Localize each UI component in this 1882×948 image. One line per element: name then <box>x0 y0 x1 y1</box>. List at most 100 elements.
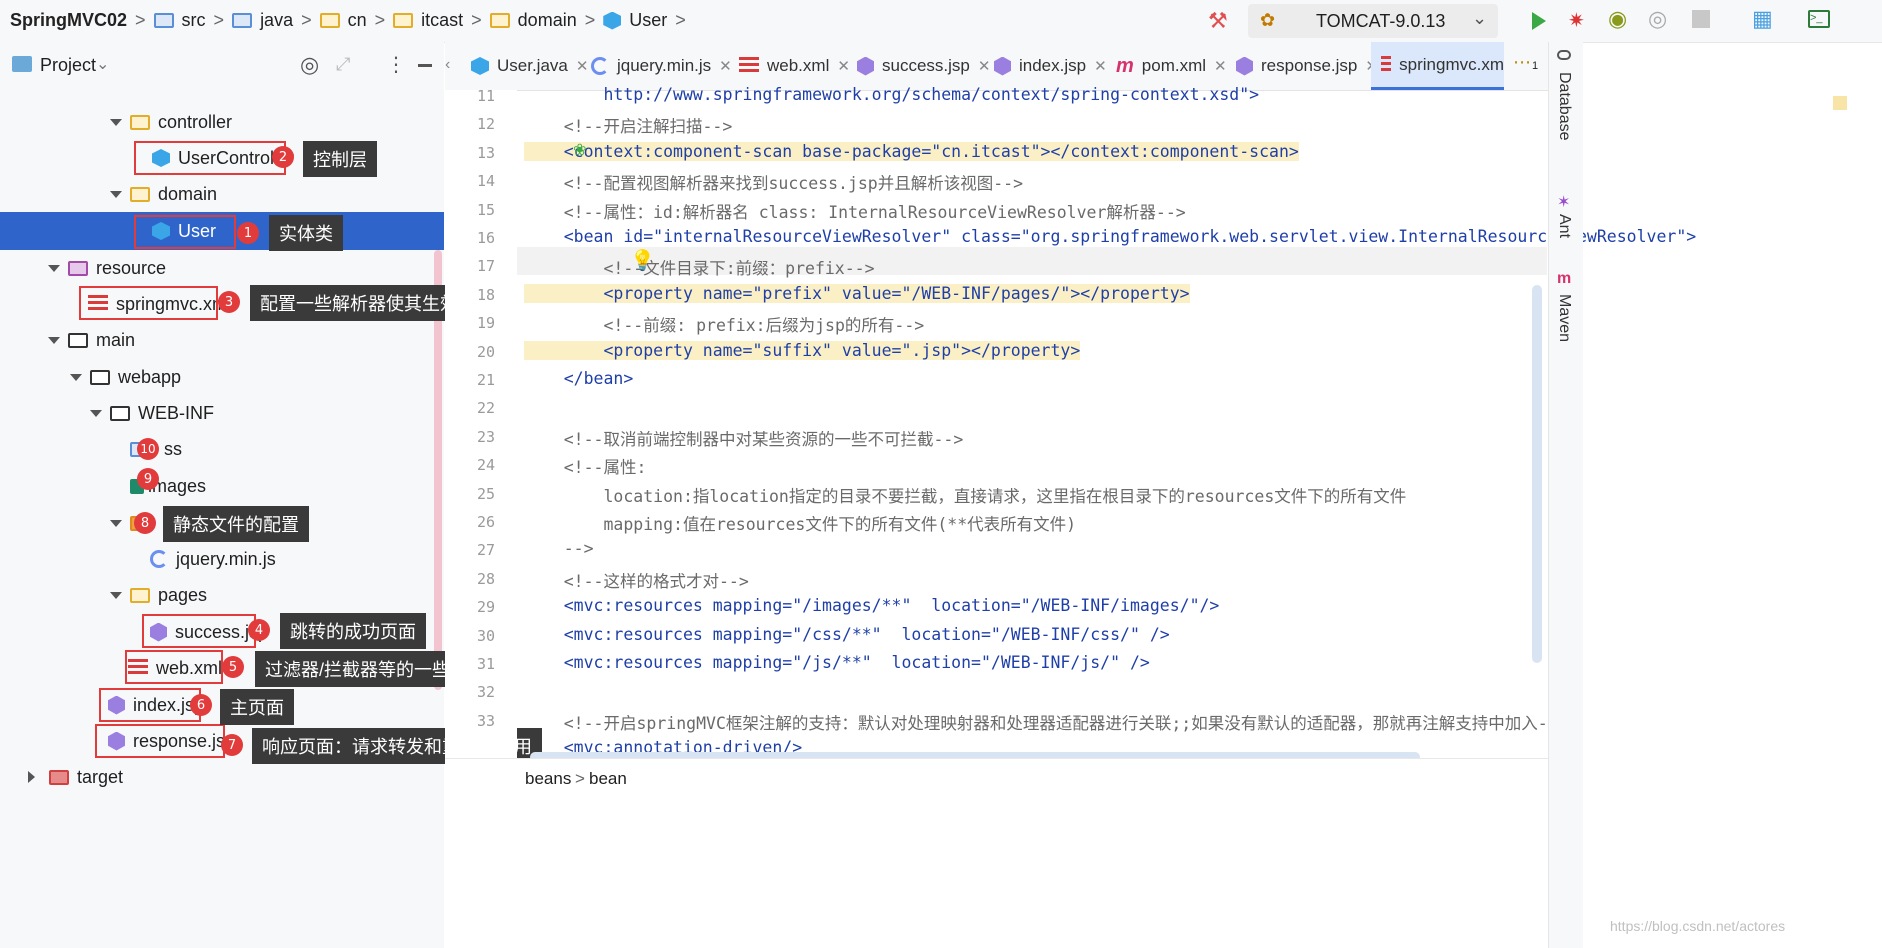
annotation-tip-8: 静态文件的配置 <box>163 506 309 542</box>
breadcrumb-java[interactable]: java <box>260 10 293 31</box>
tab-springmvc-xml[interactable]: springmvc.xm <box>1371 42 1504 90</box>
tree-item-webapp[interactable]: webapp <box>70 360 181 394</box>
tab-index-jsp[interactable]: index.jsp ✕ <box>994 42 1107 90</box>
line-number: 14 <box>476 172 495 191</box>
line-number: 16 <box>476 229 495 247</box>
chevron-down-icon[interactable] <box>110 519 122 527</box>
tree-item-label: domain <box>158 183 218 204</box>
code-line: location:指location指定的目录不要拦截，直接请求，这里指在根目录… <box>524 486 1407 506</box>
package-icon <box>489 13 510 28</box>
annotation-badge-4: 4 <box>248 619 270 641</box>
code-line: <property name="suffix" value=".jsp"></p… <box>524 340 1081 360</box>
tab-pom-xml[interactable]: m pom.xml ✕ <box>1116 42 1227 90</box>
terminal-icon[interactable]: >_ <box>1808 10 1830 28</box>
tab-response-jsp[interactable]: response.jsp ✕ <box>1236 42 1378 90</box>
breadcrumb-cn[interactable]: cn <box>348 10 367 31</box>
chevron-down-icon[interactable]: ⌄ <box>96 54 109 74</box>
breadcrumb-domain[interactable]: domain <box>518 10 577 31</box>
chevron-right-icon[interactable] <box>28 771 35 783</box>
project-icon <box>12 56 32 72</box>
breadcrumb-src[interactable]: src <box>182 10 206 31</box>
close-icon[interactable]: ✕ <box>1214 57 1227 75</box>
more-tabs-icon[interactable]: ⋯ <box>1513 52 1531 73</box>
chevron-right-icon: > <box>135 10 146 30</box>
hide-panel-icon[interactable] <box>418 64 432 67</box>
annotation-badge-5: 5 <box>222 656 244 678</box>
hammer-build-icon[interactable]: ⚒ <box>1208 8 1228 34</box>
lightbulb-icon[interactable]: 💡 <box>630 248 655 273</box>
collapse-icon[interactable]: ⤢ <box>336 54 350 75</box>
layout-icon[interactable]: ▦ <box>1752 6 1773 32</box>
tool-maven[interactable]: Maven <box>1555 294 1573 342</box>
tree-item-controller[interactable]: controller <box>110 105 232 139</box>
tree-item-jquery[interactable]: jquery.min.js <box>150 542 276 576</box>
chevron-right-icon: > <box>374 10 386 30</box>
database-icon <box>1557 50 1571 60</box>
tool-database[interactable]: Database <box>1555 72 1573 141</box>
chevron-down-icon[interactable] <box>110 591 122 599</box>
annotation-badge-3: 3 <box>218 291 240 313</box>
bean-gutter-icon[interactable]: ❀ <box>573 140 586 160</box>
tab-label: response.jsp <box>1261 56 1358 75</box>
chevron-down-icon[interactable] <box>48 336 60 344</box>
run-config-select[interactable]: ✿ TOMCAT-9.0.13 ⌄ <box>1248 4 1498 38</box>
xml-file-icon <box>739 57 759 75</box>
run-icon[interactable] <box>1532 12 1546 30</box>
tab-web-xml[interactable]: web.xml ✕ <box>739 42 850 90</box>
tree-item-target[interactable]: target <box>28 760 123 794</box>
tool-ant[interactable]: Ant <box>1555 214 1573 238</box>
line-number: 17 <box>476 257 495 276</box>
package-icon <box>130 114 150 130</box>
jsp-file-icon <box>994 56 1011 76</box>
annotation-badge-7: 7 <box>221 734 243 756</box>
tree-item-web-inf[interactable]: WEB-INF <box>90 396 214 430</box>
highlight-box <box>134 215 236 249</box>
tree-item-main[interactable]: main <box>48 323 135 357</box>
breadcrumb-itcast[interactable]: itcast <box>421 10 463 31</box>
tab-success-jsp[interactable]: success.jsp ✕ <box>857 42 990 90</box>
crumb-bean[interactable]: bean <box>589 769 627 789</box>
warning-marker-icon[interactable] <box>1833 96 1847 110</box>
profile-icon[interactable]: ◎ <box>1648 6 1667 32</box>
close-icon[interactable]: ✕ <box>719 57 732 75</box>
chevron-down-icon[interactable] <box>70 373 82 381</box>
breadcrumb-project[interactable]: SpringMVC02 <box>10 10 127 31</box>
line-number: 25 <box>476 484 495 503</box>
line-number: 30 <box>476 626 495 645</box>
more-options-icon[interactable]: ⋮ <box>386 52 406 77</box>
coverage-icon[interactable]: ◉ <box>1608 6 1627 32</box>
chevron-left-icon[interactable]: ‹ <box>445 56 450 74</box>
tree-item-domain[interactable]: domain <box>110 177 217 211</box>
chevron-right-icon: > <box>301 10 312 30</box>
tree-item-pages[interactable]: pages <box>110 578 207 612</box>
stop-icon[interactable] <box>1692 10 1710 28</box>
package-icon <box>319 13 340 28</box>
chevron-down-icon[interactable] <box>110 118 122 126</box>
breadcrumb-user[interactable]: User <box>629 10 667 31</box>
code-line: mapping:值在resources文件下的所有文件(**代表所有文件) <box>524 515 1077 534</box>
close-icon[interactable]: ✕ <box>1094 57 1107 75</box>
annotation-badge-2: 2 <box>272 146 294 168</box>
tree-item-label: controller <box>158 111 233 132</box>
vertical-scrollbar[interactable] <box>1532 285 1542 663</box>
debug-icon[interactable]: ✷ <box>1568 8 1585 33</box>
class-icon <box>471 57 489 75</box>
locate-icon[interactable]: ◎ <box>300 52 319 78</box>
chevron-down-icon[interactable] <box>48 264 60 272</box>
jsp-file-icon <box>857 56 874 76</box>
tab-user-java[interactable]: User.java ✕ <box>471 42 588 90</box>
line-number: 24 <box>476 456 495 475</box>
chevron-down-icon[interactable] <box>110 190 122 198</box>
tab-jquery[interactable]: jquery.min.js ✕ <box>591 42 732 90</box>
close-icon[interactable]: ✕ <box>837 57 850 75</box>
close-icon[interactable]: ✕ <box>978 57 991 75</box>
chevron-down-icon[interactable] <box>90 409 102 417</box>
tree-item-resource[interactable]: resource <box>48 251 166 285</box>
code-line: <!--开启注解扫描--> <box>524 117 733 137</box>
folder-icon <box>232 13 253 28</box>
maven-icon: m <box>1116 54 1134 77</box>
project-panel-title[interactable]: Project <box>40 55 96 76</box>
line-number: 32 <box>476 683 495 702</box>
crumb-beans[interactable]: beans <box>525 769 571 789</box>
close-icon[interactable]: ✕ <box>576 57 589 75</box>
